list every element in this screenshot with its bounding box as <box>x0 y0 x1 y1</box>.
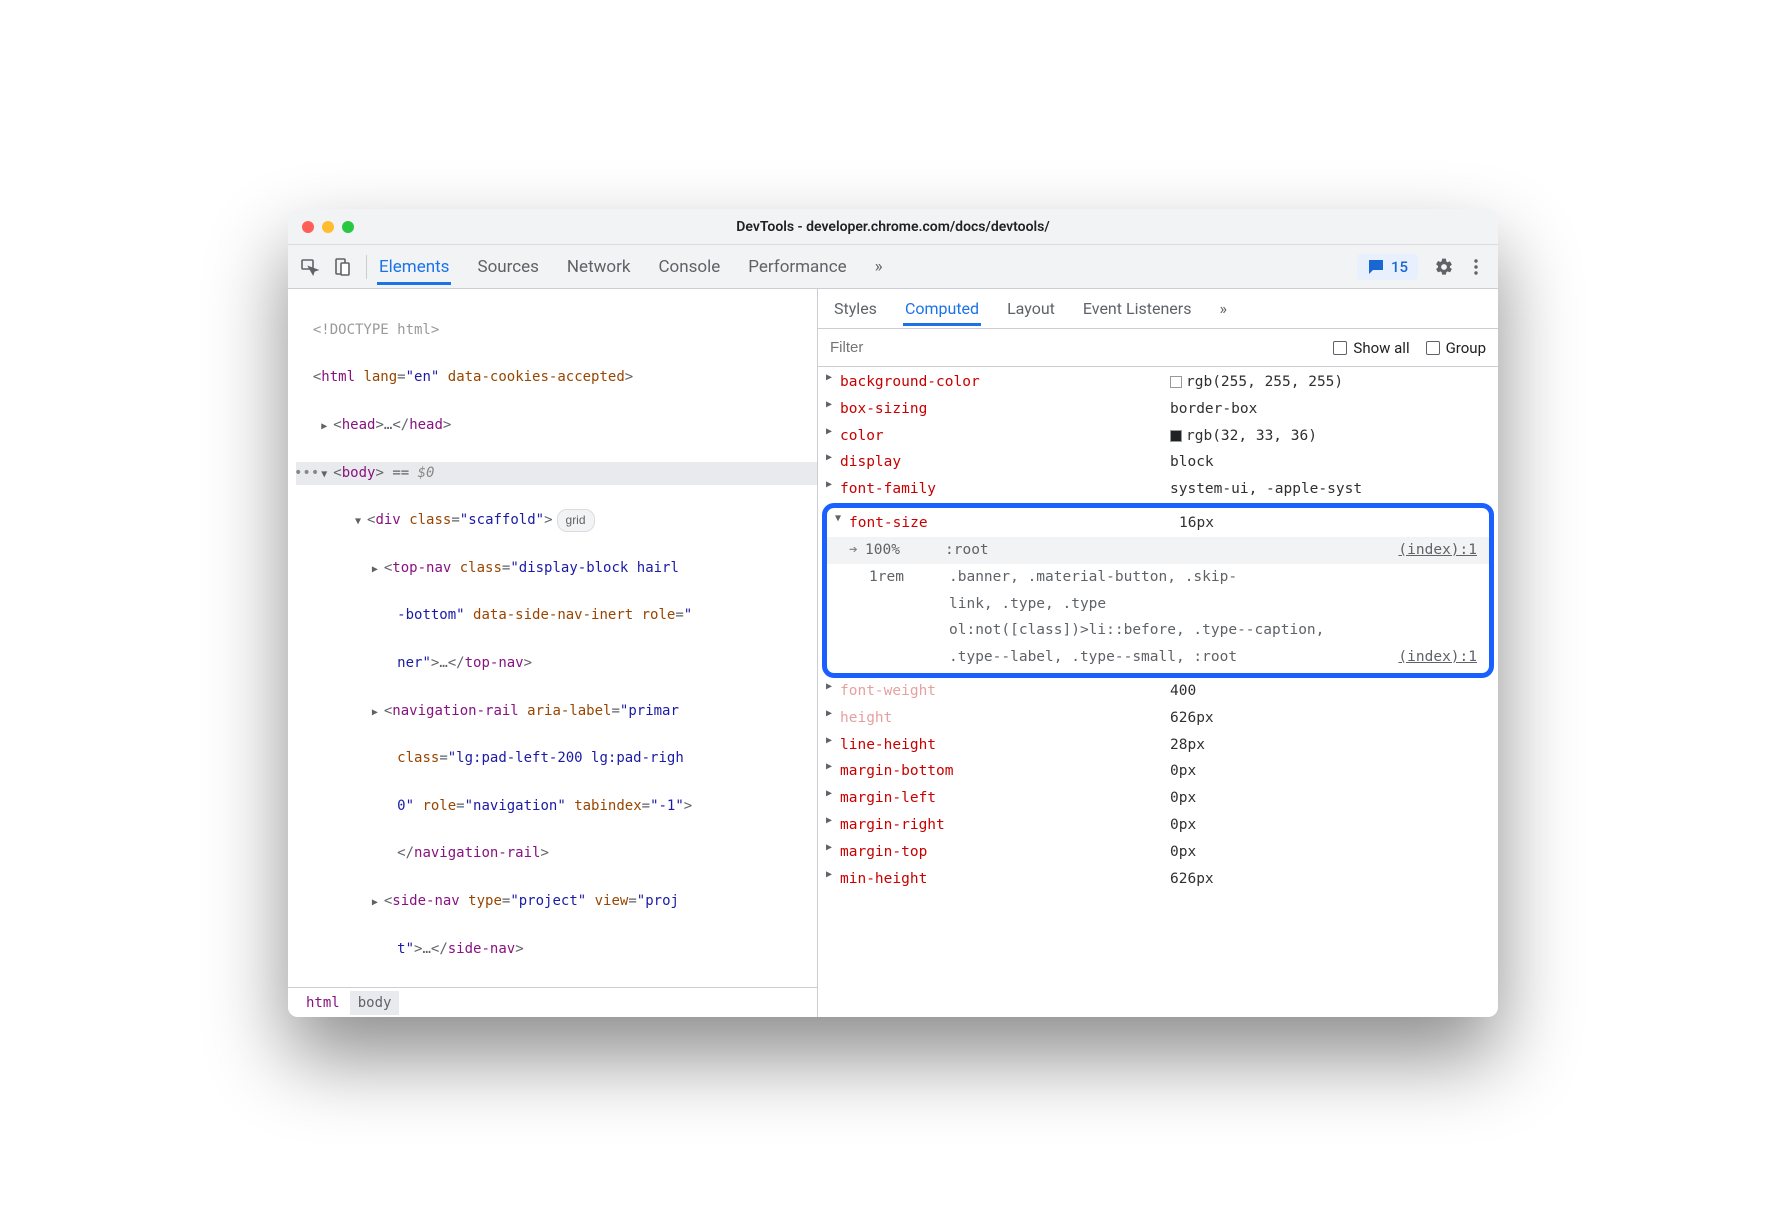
kebab-menu-icon[interactable] <box>1462 253 1490 281</box>
breadcrumb-html[interactable]: html <box>298 991 348 1015</box>
navigation-rail-tag[interactable]: <navigation-rail aria-label="primar <box>296 700 817 724</box>
prop-background-color[interactable]: ▶background-colorrgb(255, 255, 255) <box>818 369 1498 396</box>
tabs-overflow[interactable]: » <box>873 249 885 285</box>
tab-performance[interactable]: Performance <box>746 249 848 285</box>
prop-height[interactable]: ▶height626px <box>818 705 1498 732</box>
doctype: <!DOCTYPE html> <box>296 319 817 343</box>
prop-margin-right[interactable]: ▶margin-right0px <box>818 812 1498 839</box>
prop-color[interactable]: ▶colorrgb(32, 33, 36) <box>818 423 1498 450</box>
breadcrumb-body[interactable]: body <box>350 991 400 1015</box>
prop-margin-bottom[interactable]: ▶margin-bottom0px <box>818 758 1498 785</box>
titlebar: DevTools - developer.chrome.com/docs/dev… <box>288 209 1498 245</box>
font-size-source-2[interactable]: 1rem.banner, .material-button, .skip- <box>827 564 1489 591</box>
prop-display[interactable]: ▶displayblock <box>818 449 1498 476</box>
prop-font-weight[interactable]: ▶font-weight400 <box>818 678 1498 705</box>
devtools-window: DevTools - developer.chrome.com/docs/dev… <box>288 209 1498 1017</box>
main-tag[interactable]: <main data-search-inert data-side-n <box>296 985 817 987</box>
device-toggle-icon[interactable] <box>328 253 356 281</box>
show-all-checkbox[interactable]: Show all <box>1333 339 1409 357</box>
window-title: DevTools - developer.chrome.com/docs/dev… <box>354 219 1432 235</box>
filter-input[interactable] <box>830 339 1317 356</box>
styles-tabs-overflow[interactable]: » <box>1217 291 1229 326</box>
font-size-highlight: ▼font-size16px ➔100%:root(index):1 1rem.… <box>822 503 1494 678</box>
tab-console[interactable]: Console <box>656 249 722 285</box>
prop-line-height[interactable]: ▶line-height28px <box>818 732 1498 759</box>
body-tag-selected[interactable]: ••• <body> == $0 <box>296 462 817 486</box>
tab-network[interactable]: Network <box>565 249 633 285</box>
head-tag[interactable]: <head>…</head> <box>296 414 817 438</box>
tab-layout[interactable]: Layout <box>1005 291 1057 326</box>
prop-font-size[interactable]: ▼font-size16px <box>827 510 1489 537</box>
computed-list[interactable]: ▶background-colorrgb(255, 255, 255) ▶box… <box>818 367 1498 1017</box>
main-tabs: Elements Sources Network Console Perform… <box>377 249 885 285</box>
dom-tree[interactable]: <!DOCTYPE html> <html lang="en" data-coo… <box>288 289 817 987</box>
issues-count: 15 <box>1391 258 1408 276</box>
layout-badge-grid[interactable]: grid <box>557 509 595 531</box>
styles-panel: Styles Computed Layout Event Listeners »… <box>818 289 1498 1017</box>
prop-font-family[interactable]: ▶font-familysystem-ui, -apple-syst <box>818 476 1498 503</box>
font-size-source-1[interactable]: ➔100%:root(index):1 <box>827 537 1489 564</box>
breadcrumb: html body <box>288 987 817 1017</box>
goto-arrow-icon[interactable]: ➔ <box>849 537 865 564</box>
close-window-button[interactable] <box>302 221 314 233</box>
issues-badge[interactable]: 15 <box>1357 254 1418 280</box>
traffic-lights <box>302 221 354 233</box>
prop-margin-top[interactable]: ▶margin-top0px <box>818 839 1498 866</box>
tab-event-listeners[interactable]: Event Listeners <box>1081 291 1194 326</box>
minimize-window-button[interactable] <box>322 221 334 233</box>
prop-box-sizing[interactable]: ▶box-sizingborder-box <box>818 396 1498 423</box>
chat-icon <box>1367 258 1385 276</box>
group-checkbox[interactable]: Group <box>1426 339 1486 357</box>
tab-elements[interactable]: Elements <box>377 249 451 285</box>
elements-panel: <!DOCTYPE html> <html lang="en" data-coo… <box>288 289 818 1017</box>
side-nav-tag[interactable]: <side-nav type="project" view="proj <box>296 890 817 914</box>
tab-computed[interactable]: Computed <box>903 291 981 326</box>
inspect-icon[interactable] <box>296 253 324 281</box>
tab-styles[interactable]: Styles <box>832 291 879 326</box>
div-scaffold[interactable]: <div class="scaffold">grid <box>296 509 817 533</box>
main-toolbar: Elements Sources Network Console Perform… <box>288 245 1498 289</box>
prop-min-height[interactable]: ▶min-height626px <box>818 866 1498 893</box>
styles-tabs: Styles Computed Layout Event Listeners » <box>818 289 1498 329</box>
tab-sources[interactable]: Sources <box>475 249 540 285</box>
maximize-window-button[interactable] <box>342 221 354 233</box>
html-tag[interactable]: <html lang="en" data-cookies-accepted> <box>296 366 817 390</box>
filter-row: Show all Group <box>818 329 1498 367</box>
settings-icon[interactable] <box>1430 253 1458 281</box>
top-nav-tag[interactable]: <top-nav class="display-block hairl <box>296 557 817 581</box>
prop-margin-left[interactable]: ▶margin-left0px <box>818 785 1498 812</box>
